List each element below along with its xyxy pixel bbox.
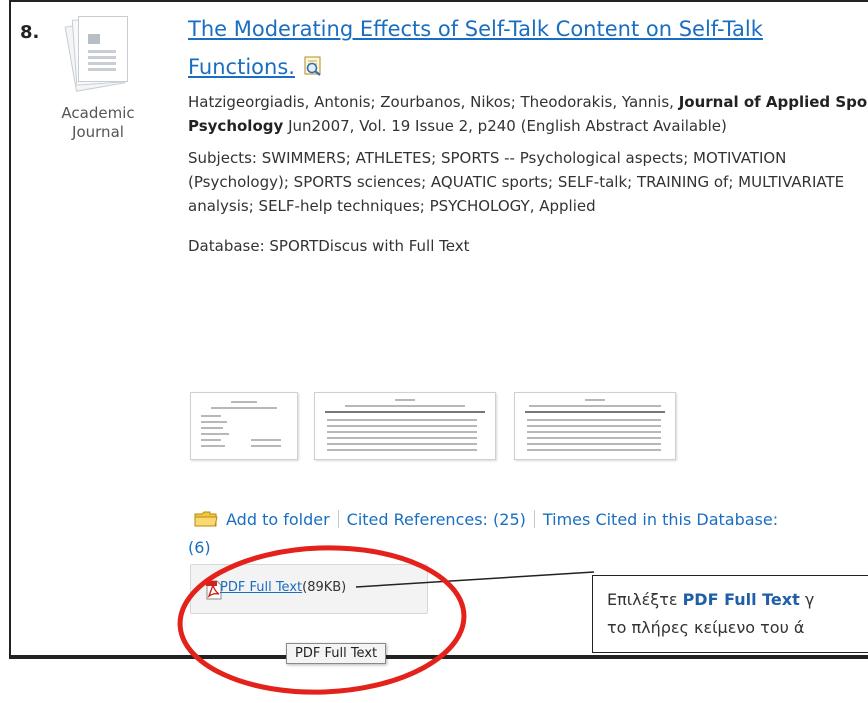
pdf-file-size: (89KB) — [302, 580, 347, 595]
callout-line2: το πλήρες κείμενο του ά — [607, 618, 805, 637]
callout-prefix: Επιλέξτε — [607, 590, 683, 609]
subjects: Subjects: SWIMMERS; ATHLETES; SPORTS -- … — [188, 149, 845, 215]
table-thumbnail-1[interactable] — [190, 392, 298, 460]
citation-meta: Hatzigeorgiadis, Antonis; Zourbanos, Nik… — [188, 90, 868, 138]
pdf-full-text-link[interactable]: PDF Full Text — [220, 580, 302, 595]
record-actions: Add to folder Cited References: (25) Times… — [194, 508, 778, 532]
result-number: 8. — [20, 22, 40, 43]
citation-details: Jun2007, Vol. 19 Issue 2, p240 (English … — [288, 117, 727, 135]
table-thumbnail-3[interactable] — [514, 392, 676, 460]
table-thumbnail-2[interactable] — [314, 392, 496, 460]
cited-references-link[interactable]: Cited References: (25) — [347, 510, 526, 529]
folder-icon[interactable] — [194, 510, 218, 527]
result-title-link[interactable]: The Moderating Effects of Self-Talk Cont… — [188, 17, 763, 79]
action-separator — [337, 510, 339, 528]
pdf-full-text: PDF Full Text(89KB) — [220, 580, 346, 595]
journal-icon — [64, 14, 132, 94]
result-record: The Moderating Effects of Self-Talk Cont… — [188, 10, 868, 258]
bottom-divider — [9, 655, 868, 657]
publication-type: Academic Journal — [48, 14, 148, 142]
times-cited-link[interactable]: Times Cited in this Database: — [543, 510, 778, 529]
authors: Hatzigeorgiadis, Antonis; Zourbanos, Nik… — [188, 93, 674, 111]
publication-type-label: Academic Journal — [61, 104, 135, 141]
database-name: Database: SPORTDiscus with Full Text — [188, 237, 470, 255]
instruction-callout: Επιλέξτε PDF Full Text γ το πλήρες κείμε… — [592, 575, 868, 653]
pdf-tooltip: PDF Full Text — [286, 643, 387, 664]
callout-highlight: PDF Full Text — [682, 590, 800, 609]
action-separator — [533, 510, 535, 528]
magnifier-preview-icon[interactable] — [302, 56, 324, 76]
callout-line1-rest: γ — [799, 590, 815, 609]
times-cited-count[interactable]: (6) — [188, 538, 211, 557]
add-to-folder-link[interactable]: Add to folder — [226, 510, 330, 529]
